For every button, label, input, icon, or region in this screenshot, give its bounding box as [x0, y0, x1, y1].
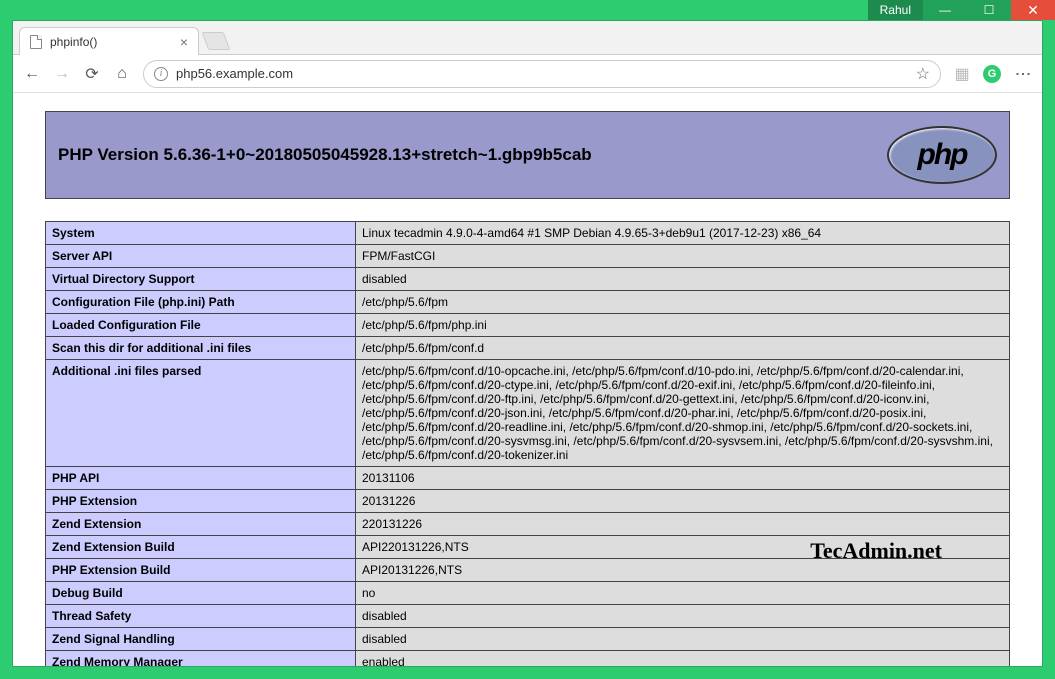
config-value: 20131226 [356, 490, 1010, 513]
page-viewport[interactable]: PHP Version 5.6.36-1+0~20180505045928.13… [13, 93, 1042, 666]
forward-button: → [53, 65, 71, 83]
table-row: Virtual Directory Supportdisabled [46, 268, 1010, 291]
config-value: FPM/FastCGI [356, 245, 1010, 268]
config-key: Scan this dir for additional .ini files [46, 337, 356, 360]
browser-menu-button[interactable]: ⋮ [1013, 66, 1032, 81]
config-key: Zend Extension [46, 513, 356, 536]
url-text: php56.example.com [176, 66, 293, 81]
table-row: PHP API20131106 [46, 467, 1010, 490]
config-key: Zend Extension Build [46, 536, 356, 559]
phpinfo-content: PHP Version 5.6.36-1+0~20180505045928.13… [45, 111, 1010, 666]
table-row: Debug Buildno [46, 582, 1010, 605]
browser-window: phpinfo() × ← → ⟳ ⌂ i php56.example.com … [12, 20, 1043, 667]
page-icon [30, 35, 42, 49]
config-value: /etc/php/5.6/fpm/conf.d [356, 337, 1010, 360]
config-value: no [356, 582, 1010, 605]
config-key: Debug Build [46, 582, 356, 605]
config-value: 20131106 [356, 467, 1010, 490]
config-key: Configuration File (php.ini) Path [46, 291, 356, 314]
table-row: Additional .ini files parsed/etc/php/5.6… [46, 360, 1010, 467]
phpinfo-header: PHP Version 5.6.36-1+0~20180505045928.13… [45, 111, 1010, 199]
window-maximize-button[interactable]: ☐ [967, 0, 1011, 20]
table-row: Zend Extension220131226 [46, 513, 1010, 536]
phpinfo-table: SystemLinux tecadmin 4.9.0-4-amd64 #1 SM… [45, 221, 1010, 666]
config-key: Server API [46, 245, 356, 268]
config-key: Virtual Directory Support [46, 268, 356, 291]
screenshot-extension-icon[interactable]: ▦ [953, 65, 971, 83]
php-logo: php [887, 126, 997, 184]
config-key: Additional .ini files parsed [46, 360, 356, 467]
new-tab-button[interactable] [202, 32, 231, 50]
table-row: Scan this dir for additional .ini files/… [46, 337, 1010, 360]
window-close-button[interactable]: ✕ [1011, 0, 1055, 20]
bookmark-star-icon[interactable]: ☆ [916, 64, 930, 84]
config-key: Zend Signal Handling [46, 628, 356, 651]
browser-tabstrip: phpinfo() × [13, 21, 1042, 55]
grammarly-extension-icon[interactable]: G [983, 65, 1001, 83]
table-row: Thread Safetydisabled [46, 605, 1010, 628]
config-value: /etc/php/5.6/fpm [356, 291, 1010, 314]
config-value: disabled [356, 628, 1010, 651]
site-info-icon[interactable]: i [154, 67, 168, 81]
config-value: API20131226,NTS [356, 559, 1010, 582]
config-key: PHP API [46, 467, 356, 490]
browser-toolbar: ← → ⟳ ⌂ i php56.example.com ☆ ▦ G ⋮ [13, 55, 1042, 93]
browser-tab[interactable]: phpinfo() × [19, 27, 199, 55]
table-row: Zend Extension BuildAPI220131226,NTS [46, 536, 1010, 559]
config-value: disabled [356, 605, 1010, 628]
config-value: disabled [356, 268, 1010, 291]
window-minimize-button[interactable]: — [923, 0, 967, 20]
config-key: PHP Extension Build [46, 559, 356, 582]
window-user-badge[interactable]: Rahul [868, 0, 923, 20]
table-row: PHP Extension20131226 [46, 490, 1010, 513]
tab-title: phpinfo() [50, 35, 97, 49]
config-value: /etc/php/5.6/fpm/php.ini [356, 314, 1010, 337]
config-key: Thread Safety [46, 605, 356, 628]
config-value: API220131226,NTS [356, 536, 1010, 559]
config-key: Loaded Configuration File [46, 314, 356, 337]
back-button[interactable]: ← [23, 65, 41, 83]
php-version-title: PHP Version 5.6.36-1+0~20180505045928.13… [58, 145, 592, 165]
table-row: Zend Signal Handlingdisabled [46, 628, 1010, 651]
table-row: Loaded Configuration File/etc/php/5.6/fp… [46, 314, 1010, 337]
config-key: System [46, 222, 356, 245]
reload-button[interactable]: ⟳ [83, 64, 101, 84]
table-row: Server APIFPM/FastCGI [46, 245, 1010, 268]
table-row: Configuration File (php.ini) Path/etc/ph… [46, 291, 1010, 314]
home-button[interactable]: ⌂ [113, 65, 131, 83]
table-row: PHP Extension BuildAPI20131226,NTS [46, 559, 1010, 582]
config-value: Linux tecadmin 4.9.0-4-amd64 #1 SMP Debi… [356, 222, 1010, 245]
config-key: PHP Extension [46, 490, 356, 513]
config-value: 220131226 [356, 513, 1010, 536]
tab-close-icon[interactable]: × [180, 34, 188, 50]
address-bar[interactable]: i php56.example.com ☆ [143, 60, 941, 88]
window-titlebar: Rahul — ☐ ✕ [0, 0, 1055, 20]
config-value: enabled [356, 651, 1010, 667]
table-row: Zend Memory Managerenabled [46, 651, 1010, 667]
config-value: /etc/php/5.6/fpm/conf.d/10-opcache.ini, … [356, 360, 1010, 467]
config-key: Zend Memory Manager [46, 651, 356, 667]
table-row: SystemLinux tecadmin 4.9.0-4-amd64 #1 SM… [46, 222, 1010, 245]
